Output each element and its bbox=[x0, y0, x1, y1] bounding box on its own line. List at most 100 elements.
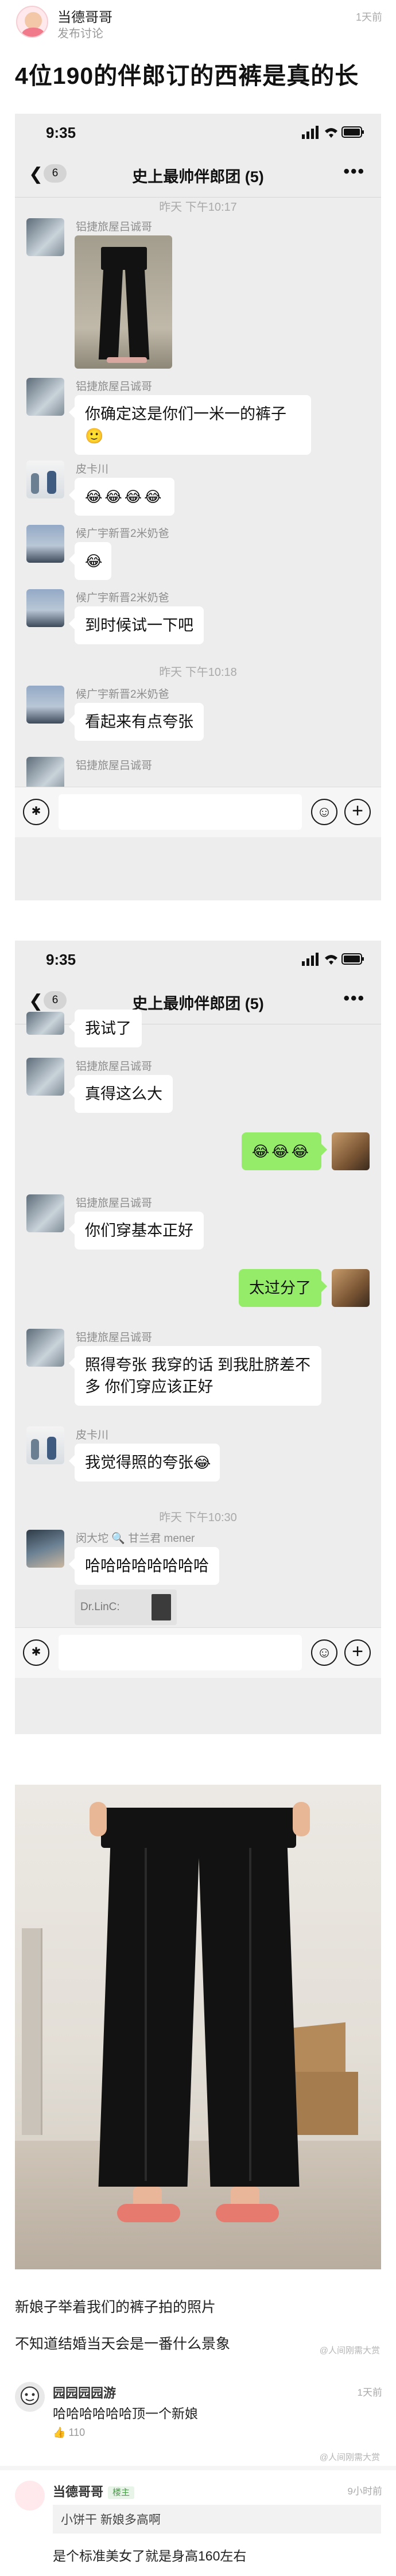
message-text: 看起来有点夸张 bbox=[85, 713, 193, 730]
chat-navbar: ❮ 6 史上最帅伴郎团 (5) ••• bbox=[15, 977, 381, 1024]
laugh-cry-emoji-icon: 😂 bbox=[193, 1454, 211, 1471]
signal-wifi-battery-icon bbox=[302, 126, 364, 139]
user-avatar[interactable] bbox=[26, 589, 64, 627]
message-text: 你们穿基本正好 bbox=[85, 1222, 193, 1239]
laugh-cry-emoji-icon: 😂😂😂😂 bbox=[85, 488, 164, 505]
commenter-name-text: 当德哥哥 bbox=[53, 2485, 104, 2499]
quote-text: Dr.LinC: bbox=[80, 1601, 120, 1613]
quoted-message[interactable]: Dr.LinC: bbox=[75, 1589, 177, 1625]
chat-screenshot-2: 9:35 ❮ 6 史上最帅伴郎团 (5) ••• 我试了 铝捷旅屋吕诚哥 真得这… bbox=[15, 941, 381, 1734]
like-count: 110 bbox=[68, 2427, 86, 2438]
message-bubble[interactable]: 看起来有点夸张 bbox=[69, 703, 204, 741]
post-time: 1天前 bbox=[355, 11, 382, 23]
timestamp: 昨天 下午10:17 bbox=[159, 201, 237, 214]
message-bubble[interactable]: 😂😂😂 bbox=[241, 1132, 328, 1170]
plus-icon[interactable]: + bbox=[344, 1639, 371, 1666]
more-icon[interactable]: ••• bbox=[343, 162, 365, 181]
message-input[interactable] bbox=[59, 794, 302, 830]
watermark: @人间刚需大赏 bbox=[319, 2453, 380, 2462]
caption-line: 不知道结婚当天会是一番什么景象 bbox=[15, 2336, 231, 2352]
user-avatar[interactable] bbox=[26, 1194, 64, 1232]
message-bubble[interactable]: 😂 bbox=[69, 542, 111, 580]
like-button[interactable]: 👍 110 bbox=[53, 2427, 85, 2439]
message-bubble[interactable]: 到时候试一下吧 bbox=[69, 606, 204, 644]
comment-text: 是个标准美女了就是身高160左右 bbox=[53, 2548, 247, 2563]
message-bubble[interactable]: 你确定这是你们一米一的裤子 🙂 bbox=[69, 395, 311, 455]
user-avatar[interactable] bbox=[26, 1329, 64, 1367]
sender-name: 铝捷旅屋吕诚哥 bbox=[76, 760, 153, 772]
user-avatar[interactable] bbox=[26, 1058, 64, 1096]
message-text: 到时候试一下吧 bbox=[85, 617, 193, 634]
comment-text: 哈哈哈哈哈哈顶一个新娘 bbox=[53, 2406, 198, 2421]
my-avatar[interactable] bbox=[332, 1269, 370, 1307]
message-bubble[interactable]: 你们穿基本正好 bbox=[69, 1212, 204, 1250]
voice-icon[interactable]: ✱ bbox=[23, 799, 49, 825]
plus-icon[interactable]: + bbox=[344, 799, 371, 825]
message-text: 太过分了 bbox=[249, 1279, 311, 1297]
message-bubble[interactable]: 照得夸张 我穿的话 到我肚脐差不多 你们穿应该正好 bbox=[69, 1346, 321, 1406]
chat-input-bar: ✱ ☺ + bbox=[15, 787, 381, 837]
message-bubble[interactable]: 太过分了 bbox=[239, 1269, 327, 1307]
commenter-name[interactable]: 当德哥哥 楼主 bbox=[53, 2482, 135, 2500]
user-avatar[interactable] bbox=[26, 1012, 64, 1035]
user-avatar[interactable] bbox=[26, 218, 64, 256]
chat-input-bar: ✱ ☺ + bbox=[15, 1627, 381, 1678]
message-bubble[interactable]: 哈哈哈哈哈哈哈哈 bbox=[69, 1547, 219, 1585]
reply-author: 小饼干 bbox=[61, 2513, 97, 2527]
chat-title: 史上最帅伴郎团 (5) bbox=[132, 168, 264, 185]
user-avatar[interactable] bbox=[26, 1426, 64, 1464]
user-avatar[interactable] bbox=[26, 1530, 64, 1568]
quoted-reply[interactable]: 小饼干 新娘多高啊 bbox=[53, 2505, 381, 2534]
voice-icon[interactable]: ✱ bbox=[23, 1639, 49, 1666]
message-text: 照得夸张 我穿的话 到我肚脐差不多 你们穿应该正好 bbox=[85, 1356, 311, 1395]
comment-time: 9小时前 bbox=[347, 2486, 382, 2497]
sender-name: 铝捷旅屋吕诚哥 bbox=[76, 1332, 153, 1344]
status-bar: 9:35 bbox=[15, 114, 381, 150]
status-bar: 9:35 bbox=[15, 941, 381, 977]
watermark: @人间刚需大赏 bbox=[319, 2346, 380, 2355]
timestamp: 昨天 下午10:30 bbox=[159, 1511, 237, 1524]
post-subtitle: 发布讨论 bbox=[57, 28, 103, 40]
emoji-icon[interactable]: ☺ bbox=[311, 799, 337, 825]
sender-name: 闵大坨 🔍 甘兰君 mener bbox=[76, 1533, 195, 1545]
chat-title: 史上最帅伴郎团 (5) bbox=[132, 995, 264, 1012]
sender-name: 铝捷旅屋吕诚哥 bbox=[76, 1061, 153, 1073]
post-header: 当德哥哥 发布讨论 1天前 bbox=[0, 0, 396, 46]
message-input[interactable] bbox=[59, 1635, 302, 1670]
commenter-name[interactable]: 园园园园游 bbox=[53, 2383, 116, 2401]
message-bubble[interactable]: 😂😂😂😂 bbox=[69, 478, 174, 516]
message-bubble[interactable]: 真得这么大 bbox=[69, 1075, 173, 1113]
status-clock: 9:35 bbox=[46, 124, 76, 141]
more-icon[interactable]: ••• bbox=[343, 989, 365, 1008]
sender-name: 候广宇新晋2米奶爸 bbox=[76, 689, 169, 701]
message-text: 你确定这是你们一米一的裤子 bbox=[85, 405, 286, 423]
user-avatar[interactable] bbox=[26, 525, 64, 563]
message-bubble[interactable]: 我觉得照的夸张😂 bbox=[69, 1444, 220, 1482]
trousers-photo[interactable] bbox=[15, 1785, 381, 2269]
user-avatar[interactable] bbox=[26, 686, 64, 724]
signal-wifi-battery-icon bbox=[302, 953, 364, 966]
user-avatar[interactable] bbox=[26, 378, 64, 416]
user-avatar[interactable] bbox=[26, 461, 64, 498]
message-text: 真得这么大 bbox=[85, 1085, 162, 1103]
author-avatar[interactable] bbox=[16, 6, 48, 38]
op-badge: 楼主 bbox=[108, 2486, 135, 2500]
thumbs-up-icon: 👍 bbox=[53, 2427, 66, 2438]
emoji-icon[interactable]: ☺ bbox=[311, 1639, 337, 1666]
commenter-avatar[interactable] bbox=[15, 2481, 45, 2511]
commenter-avatar[interactable] bbox=[15, 2382, 45, 2412]
laugh-cry-emoji-icon: 😂😂😂 bbox=[251, 1143, 311, 1160]
author-name[interactable]: 当德哥哥 bbox=[57, 6, 112, 26]
image-message[interactable] bbox=[75, 235, 172, 369]
message-bubble[interactable]: 我试了 bbox=[69, 1009, 142, 1047]
message-text: 我试了 bbox=[85, 1020, 131, 1037]
sender-name: 候广宇新晋2米奶爸 bbox=[76, 528, 169, 540]
message-text: 我觉得照的夸张 bbox=[85, 1454, 193, 1471]
post-title: 4位190的伴郎订的西裤是真的长 bbox=[15, 63, 359, 89]
sender-name: 皮卡川 bbox=[76, 1429, 109, 1441]
chat-navbar: ❮ 6 史上最帅伴郎团 (5) ••• bbox=[15, 150, 381, 198]
caption-line: 新娘子举着我们的裤子拍的照片 bbox=[15, 2299, 216, 2315]
reply-text: 新娘多高啊 bbox=[100, 2513, 161, 2527]
sender-name: 皮卡川 bbox=[76, 463, 109, 475]
my-avatar[interactable] bbox=[332, 1132, 370, 1170]
